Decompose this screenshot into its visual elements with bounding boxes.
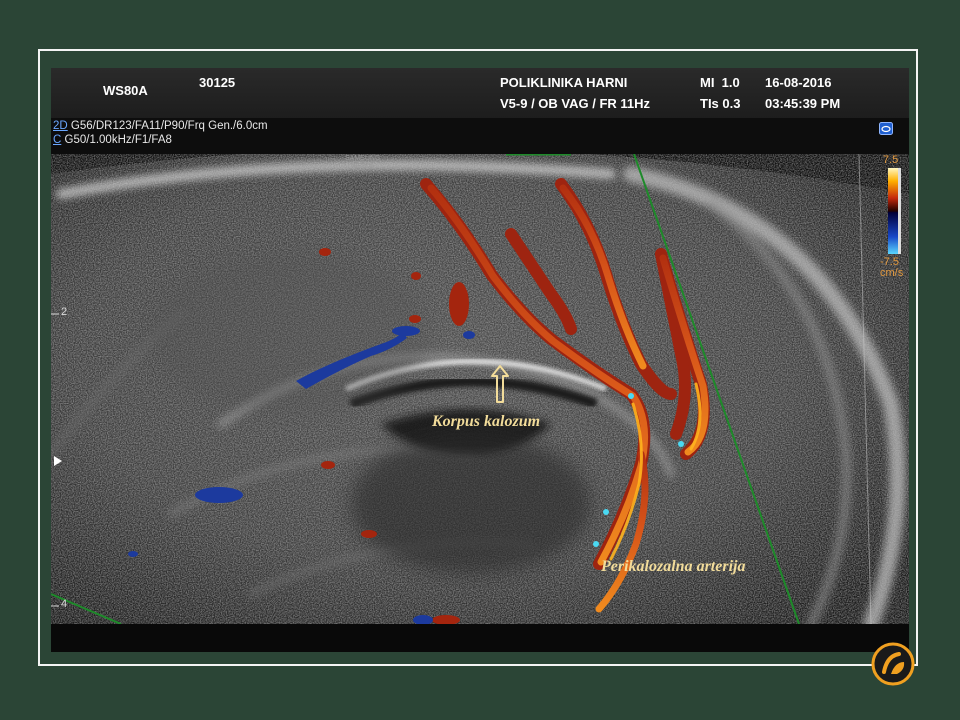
annotation-corpus-callosum: Korpus kalozum — [432, 413, 541, 430]
patient-id: 30125 — [199, 75, 236, 90]
params-c-values: G50/1.00kHz/F1/FA8 — [61, 134, 172, 146]
params-2d-values: G56/DR123/FA11/P90/Frq Gen./6.0cm — [67, 120, 268, 132]
bottom-bar — [51, 624, 909, 652]
ultrasound-image — [51, 154, 909, 624]
ultrasound-screen: WS80A 30125 POLIKLINIKA HARNI V5-9 / OB … — [51, 68, 909, 652]
params-2d-line: 2D G56/DR123/FA11/P90/Frq Gen./6.0cm — [53, 120, 268, 132]
exam-date: 16-08-2016 — [765, 75, 832, 90]
color-scale-bar — [888, 168, 898, 254]
scale-max: 7.5 — [883, 154, 899, 166]
imaging-parameters: 2D G56/DR123/FA11/P90/Frq Gen./6.0cm C G… — [51, 118, 909, 154]
header-bar: WS80A 30125 POLIKLINIKA HARNI V5-9 / OB … — [51, 68, 909, 118]
device-watermark: SAMSUNG WS80A — [345, 155, 380, 171]
clinic-name: POLIKLINIKA HARNI — [500, 75, 628, 90]
mode-2d-label: 2D — [53, 120, 68, 132]
watermark-model: WS80A — [350, 163, 375, 170]
scale-unit: cm/s — [880, 267, 904, 279]
settings-icon[interactable] — [879, 122, 893, 135]
probe-preset: V5-9 / OB VAG / FR 11Hz — [500, 96, 651, 111]
watermark-brand: SAMSUNG — [345, 155, 381, 162]
mi-value: MI 1.0 — [700, 75, 740, 90]
exam-time: 03:45:39 PM — [765, 96, 841, 111]
annotation-pericallosal-artery: Perikalozalna arterija — [601, 558, 746, 575]
params-c-line: C G50/1.00kHz/F1/FA8 — [53, 134, 172, 146]
depth-mark-4: 4 — [61, 598, 68, 610]
depth-mark-2: 2 — [61, 306, 68, 318]
tis-value: TIs 0.3 — [700, 96, 741, 111]
device-model: WS80A — [103, 83, 148, 98]
brand-logo-icon — [871, 642, 915, 686]
